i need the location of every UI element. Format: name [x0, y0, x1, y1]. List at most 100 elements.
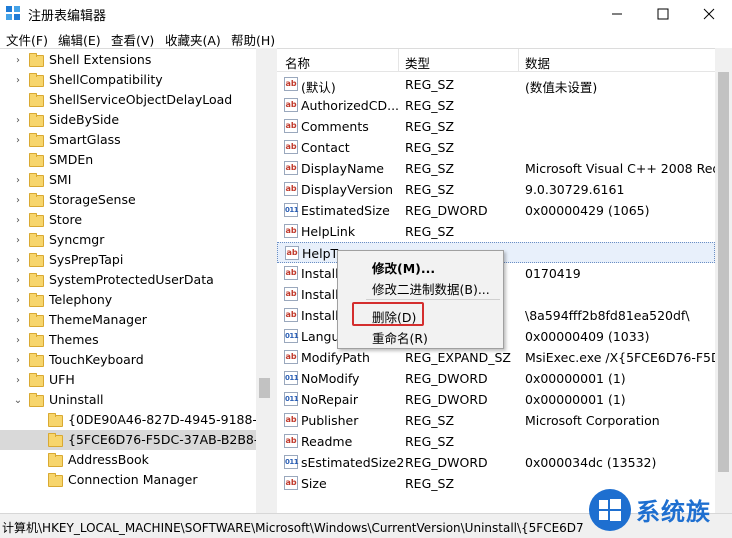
close-button[interactable]: [686, 0, 732, 27]
chevron-right-icon[interactable]: ›: [13, 250, 23, 270]
tree-item[interactable]: Connection Manager: [0, 470, 256, 490]
chevron-right-icon[interactable]: ›: [13, 70, 23, 90]
chevron-right-icon[interactable]: [13, 90, 23, 110]
table-row[interactable]: ab Contact REG_SZ: [277, 137, 715, 158]
folder-icon: [29, 133, 44, 147]
menu-edit[interactable]: 编辑(E): [58, 30, 101, 49]
maximize-button[interactable]: [640, 0, 686, 27]
table-row[interactable]: ab ModifyPath REG_EXPAND_SZ MsiExec.exe /X{…: [277, 347, 715, 368]
tree-item[interactable]: › Syncmgr: [0, 230, 256, 250]
table-row[interactable]: ab HelpLink REG_SZ: [277, 221, 715, 242]
binary-value-icon: 011: [284, 371, 299, 385]
menu-rename-label: 重命名(R): [372, 331, 428, 346]
chevron-right-icon[interactable]: ›: [13, 50, 23, 70]
tree-item[interactable]: ⌄ Uninstall: [0, 390, 256, 410]
tree-item[interactable]: › UFH: [0, 370, 256, 390]
chevron-right-icon[interactable]: [13, 150, 23, 170]
chevron-right-icon[interactable]: ›: [13, 350, 23, 370]
chevron-right-icon[interactable]: [32, 430, 42, 450]
table-row[interactable]: ab (默认) REG_SZ (数值未设置): [277, 74, 715, 95]
header-divider[interactable]: [398, 49, 399, 71]
cell-data: 0170419: [525, 266, 581, 281]
tree-item-label: Connection Manager: [68, 472, 198, 487]
cell-name: HelpT: [302, 246, 339, 261]
header-divider[interactable]: [518, 49, 519, 71]
chevron-right-icon[interactable]: ›: [13, 210, 23, 230]
tree-item[interactable]: › SMI: [0, 170, 256, 190]
tree-item[interactable]: › SideBySide: [0, 110, 256, 130]
chevron-right-icon[interactable]: ›: [13, 130, 23, 150]
chevron-right-icon[interactable]: ›: [13, 270, 23, 290]
window-title: 注册表编辑器: [28, 9, 107, 24]
menu-help[interactable]: 帮助(H): [231, 30, 275, 49]
tree-item[interactable]: AddressBook: [0, 450, 256, 470]
table-row[interactable]: 011 sEstimatedSize2 REG_DWORD 0x000034dc (1…: [277, 452, 715, 473]
tree-item[interactable]: › SmartGlass: [0, 130, 256, 150]
header-name[interactable]: 名称: [285, 53, 310, 72]
table-row[interactable]: ab Publisher REG_SZ Microsoft Corporation: [277, 410, 715, 431]
table-row[interactable]: ab Readme REG_SZ: [277, 431, 715, 452]
menu-file[interactable]: 文件(F): [6, 30, 48, 49]
cell-name: DisplayName: [301, 161, 384, 176]
chevron-right-icon[interactable]: [32, 410, 42, 430]
table-row[interactable]: ab AuthorizedCD... REG_SZ: [277, 95, 715, 116]
tree-item[interactable]: › Store: [0, 210, 256, 230]
menu-modify[interactable]: 修改(M)...: [339, 255, 502, 276]
table-row[interactable]: 011 NoRepair REG_DWORD 0x00000001 (1): [277, 389, 715, 410]
header-data[interactable]: 数据: [525, 53, 550, 72]
menu-separator: [366, 299, 500, 300]
menu-rename[interactable]: 重命名(R): [339, 325, 502, 346]
table-row[interactable]: 011 NoModify REG_DWORD 0x00000001 (1): [277, 368, 715, 389]
title-bar[interactable]: 注册表编辑器: [0, 0, 732, 27]
chevron-right-icon[interactable]: [32, 450, 42, 470]
table-row[interactable]: ab DisplayVersion REG_SZ 9.0.30729.6161: [277, 179, 715, 200]
folder-icon: [29, 313, 44, 327]
menu-view[interactable]: 查看(V): [111, 30, 154, 49]
cell-type: REG_DWORD: [405, 203, 488, 218]
list-scroll-thumb[interactable]: [718, 72, 729, 472]
tree-item-label: Shell Extensions: [49, 52, 152, 67]
cell-type: REG_SZ: [405, 161, 455, 176]
tree-item[interactable]: › SystemProtectedUserData: [0, 270, 256, 290]
tree-item[interactable]: › SysPrepTapi: [0, 250, 256, 270]
table-row[interactable]: ab Comments REG_SZ: [277, 116, 715, 137]
tree-item[interactable]: {0DE90A46-827D-4945-9188-877: [0, 410, 256, 430]
table-row[interactable]: 011 EstimatedSize REG_DWORD 0x00000429 (106…: [277, 200, 715, 221]
menu-favorites[interactable]: 收藏夹(A): [165, 30, 221, 49]
minimize-button[interactable]: [594, 0, 640, 27]
menu-modify-binary[interactable]: 修改二进制数据(B)...: [339, 276, 502, 297]
table-row[interactable]: ab DisplayName REG_SZ Microsoft Visual C++ …: [277, 158, 715, 179]
chevron-right-icon[interactable]: ›: [13, 170, 23, 190]
tree-item[interactable]: › Themes: [0, 330, 256, 350]
chevron-right-icon[interactable]: ›: [13, 310, 23, 330]
tree-item[interactable]: › ShellCompatibility: [0, 70, 256, 90]
chevron-right-icon[interactable]: ›: [13, 230, 23, 250]
chevron-right-icon[interactable]: ›: [13, 190, 23, 210]
list-scrollbar[interactable]: [715, 48, 732, 513]
tree-scroll-thumb[interactable]: [259, 378, 270, 398]
chevron-right-icon[interactable]: [32, 470, 42, 490]
header-type[interactable]: 类型: [405, 53, 430, 72]
cell-data: Microsoft Corporation: [525, 413, 660, 428]
chevron-right-icon[interactable]: ›: [13, 290, 23, 310]
cell-name: Readme: [301, 434, 353, 449]
binary-value-icon: 011: [284, 203, 299, 217]
tree-item[interactable]: › ThemeManager: [0, 310, 256, 330]
registry-tree[interactable]: › Shell Extensions › ShellCompatibility Shel…: [0, 48, 256, 514]
tree-item[interactable]: › StorageSense: [0, 190, 256, 210]
watermark-brand: 系统族: [636, 498, 711, 526]
chevron-right-icon[interactable]: ›: [13, 370, 23, 390]
tree-item[interactable]: {5FCE6D76-F5DC-37AB-B2B8-22: [0, 430, 256, 450]
tree-item[interactable]: SMDEn: [0, 150, 256, 170]
chevron-right-icon[interactable]: ›: [13, 110, 23, 130]
cell-name: Install: [301, 266, 339, 281]
cell-name: NoModify: [301, 371, 360, 386]
tree-item[interactable]: › Telephony: [0, 290, 256, 310]
string-value-icon: ab: [285, 246, 299, 260]
tree-item[interactable]: › TouchKeyboard: [0, 350, 256, 370]
tree-scrollbar[interactable]: [256, 48, 273, 513]
tree-item[interactable]: ShellServiceObjectDelayLoad: [0, 90, 256, 110]
tree-item[interactable]: › Shell Extensions: [0, 50, 256, 70]
chevron-down-icon[interactable]: ⌄: [13, 390, 23, 410]
chevron-right-icon[interactable]: ›: [13, 330, 23, 350]
